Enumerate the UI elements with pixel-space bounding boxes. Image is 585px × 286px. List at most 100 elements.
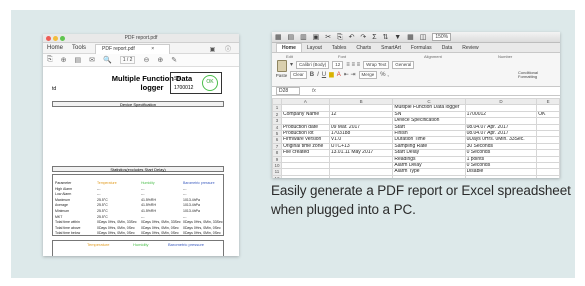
stats-cell: 1013.4hPa: [183, 209, 200, 213]
conditional-formatting-button[interactable]: Conditional Formatting: [518, 70, 558, 79]
tab-smartart[interactable]: SmartArt: [376, 44, 406, 52]
tab-home[interactable]: Home: [276, 43, 302, 52]
align-icons[interactable]: ≡ ≡ ≡: [346, 62, 360, 68]
stats-cell: Barometric pressure: [183, 181, 215, 185]
stats-cell: Average: [55, 203, 68, 208]
sn-box: SN 1700012 OK: [170, 72, 222, 94]
paste-icon: [276, 60, 287, 72]
print-icon[interactable]: ▤: [74, 56, 81, 64]
stats-cell: 25.5°C: [97, 197, 108, 202]
fill-icon[interactable]: ▾: [290, 61, 293, 68]
tab-layout[interactable]: Layout: [302, 44, 327, 52]
font-size-select[interactable]: 12: [332, 60, 344, 69]
indent-icons[interactable]: ⇤ ⇥: [344, 71, 356, 78]
save-icon[interactable]: ⎘: [47, 56, 53, 64]
row-number[interactable]: 12: [272, 174, 282, 178]
stats-cell: ---: [141, 192, 145, 197]
legend-barometric: Barometric pressure: [168, 242, 205, 247]
paste-label: Paste: [275, 73, 288, 78]
pdf-window-title: PDF report.pdf: [124, 35, 158, 41]
stats-cell: Total time above: [55, 225, 81, 230]
sheet-cell[interactable]: [536, 174, 560, 178]
number-format-select[interactable]: General: [392, 60, 415, 69]
group-label-font: Font: [338, 54, 347, 59]
stats-cell: Total time below: [55, 231, 81, 236]
tab-tables[interactable]: Tables: [327, 44, 351, 52]
fx-icon[interactable]: fx: [312, 88, 316, 94]
ribbon-row-1: ▾ Calibri (Body) 12 ≡ ≡ ≡ Wrap Text Gene…: [290, 60, 417, 69]
excel-window: ▦ ▤ ▥ ▣ ✂ ⎘ ↶ ↷ Σ ⇅ ▼ ▦ ◫ 150% Home Layou…: [272, 32, 560, 178]
tab-close-icon[interactable]: ×: [151, 46, 154, 52]
stats-cell: 1013.4hPa: [183, 203, 200, 208]
sheet-cell[interactable]: Multiple Function Data logger: [392, 104, 466, 112]
paste-button[interactable]: Paste: [275, 60, 288, 78]
stats-cell: ---: [183, 186, 187, 191]
legend-temperature: Temperature: [87, 242, 110, 247]
sheet-cell[interactable]: [328, 174, 394, 178]
stats-cell: Maximum: [55, 197, 71, 202]
clear-button[interactable]: Clear: [290, 70, 307, 79]
sheet-cell[interactable]: Original time zone: [280, 142, 330, 151]
font-name-select[interactable]: Calibri (Body): [296, 60, 330, 69]
group-label-edit: Edit: [286, 54, 293, 59]
stats-table: Parameter Temperature Humidity Barometric p…: [52, 174, 224, 236]
stats-cell: 41.5%RH: [141, 197, 156, 202]
underline-icon[interactable]: U: [322, 72, 326, 78]
caption-text: Easily generate a PDF report or Excel sp…: [271, 183, 571, 217]
legend-humidity: Humidity: [133, 242, 149, 247]
font-color-icon[interactable]: A: [337, 72, 341, 78]
stats-cell: 25.5°C: [97, 203, 108, 208]
stats-cell: 41.5%RH: [141, 209, 156, 213]
stats-cell: Total time within: [55, 220, 80, 225]
formula-bar: D28 fx: [272, 87, 560, 96]
pdf-chart: Temperature Humidity Barometric pressure: [52, 240, 224, 256]
stats-cell: 0Days 0Hrs, 0Min, 33Sec: [183, 220, 223, 225]
stats-cell: Low Alarm: [55, 192, 72, 197]
menu-tools[interactable]: Tools: [72, 45, 86, 51]
fill-color-icon[interactable]: ▆: [329, 71, 334, 78]
stats-cell: ---: [97, 186, 101, 191]
pdf-page: td Multiple Function Data logger SN 1700…: [50, 70, 228, 256]
stats-cell: 41.5%RH: [141, 203, 156, 208]
email-icon[interactable]: ✉: [89, 56, 95, 64]
page-indicator[interactable]: 1 / 2: [119, 56, 136, 64]
sheet-cell[interactable]: [392, 174, 466, 178]
menu-home[interactable]: Home: [47, 45, 63, 51]
percent-icon[interactable]: % ,: [380, 72, 389, 78]
tab-data[interactable]: Data: [437, 44, 458, 52]
pdf-doc-name: td: [52, 86, 57, 92]
tab-label: PDF report.pdf: [102, 45, 135, 52]
tab-charts[interactable]: Charts: [351, 44, 376, 52]
annotate-icon[interactable]: ✎: [171, 56, 177, 64]
pdf-titlebar: PDF report.pdf: [43, 34, 239, 43]
group-label-alignment: Alignment: [424, 54, 442, 59]
stats-cell: 25.5°C: [97, 214, 108, 219]
bold-icon[interactable]: B: [310, 72, 314, 78]
tab-pdf-report[interactable]: PDF report.pdf ×: [95, 43, 171, 54]
wrap-text-button[interactable]: Wrap Text: [363, 60, 390, 69]
ribbon: Edit Font Alignment Number Paste ▾ Calib…: [272, 53, 560, 87]
stats-cell: Minimum: [55, 209, 70, 213]
cell-reference-box[interactable]: D28: [276, 87, 300, 95]
pdf-menu-icons[interactable]: ▣ ⓘ: [210, 44, 235, 53]
search-icon[interactable]: 🔍: [103, 56, 112, 64]
zoom-field[interactable]: 150%: [432, 33, 452, 41]
italic-icon[interactable]: I: [317, 72, 319, 78]
stats-heading: Statistics(excludes Start Delay): [52, 166, 224, 172]
zoom-out-icon[interactable]: ⊖: [143, 56, 149, 64]
tab-review[interactable]: Review: [457, 44, 483, 52]
quick-toolbar-icons[interactable]: ▦ ▤ ▥ ▣ ✂ ⎘ ↶ ↷ Σ ⇅ ▼ ▦ ◫: [275, 33, 428, 42]
stats-cell: 0Days 0Hrs, 0Min, 0Sec: [97, 225, 135, 230]
sheet-cell[interactable]: [464, 174, 538, 178]
sheet-row: 12: [272, 174, 560, 178]
sheet-cell[interactable]: [280, 174, 330, 178]
zoom-in-icon[interactable]: ⊕: [157, 56, 163, 64]
tab-formulas[interactable]: Formulas: [406, 44, 437, 52]
merge-button[interactable]: Merge: [358, 70, 378, 79]
stats-cell: ---: [97, 192, 101, 197]
stats-cell: 0Days 0Hrs, 0Min, 33Sec: [141, 220, 181, 225]
stats-cell: 25.5°C: [97, 209, 108, 213]
ok-status-badge: OK: [202, 75, 218, 91]
upload-icon[interactable]: ⊕: [61, 56, 67, 64]
pdf-menu-bar: Home Tools PDF report.pdf × ▣ ⓘ: [43, 43, 239, 54]
